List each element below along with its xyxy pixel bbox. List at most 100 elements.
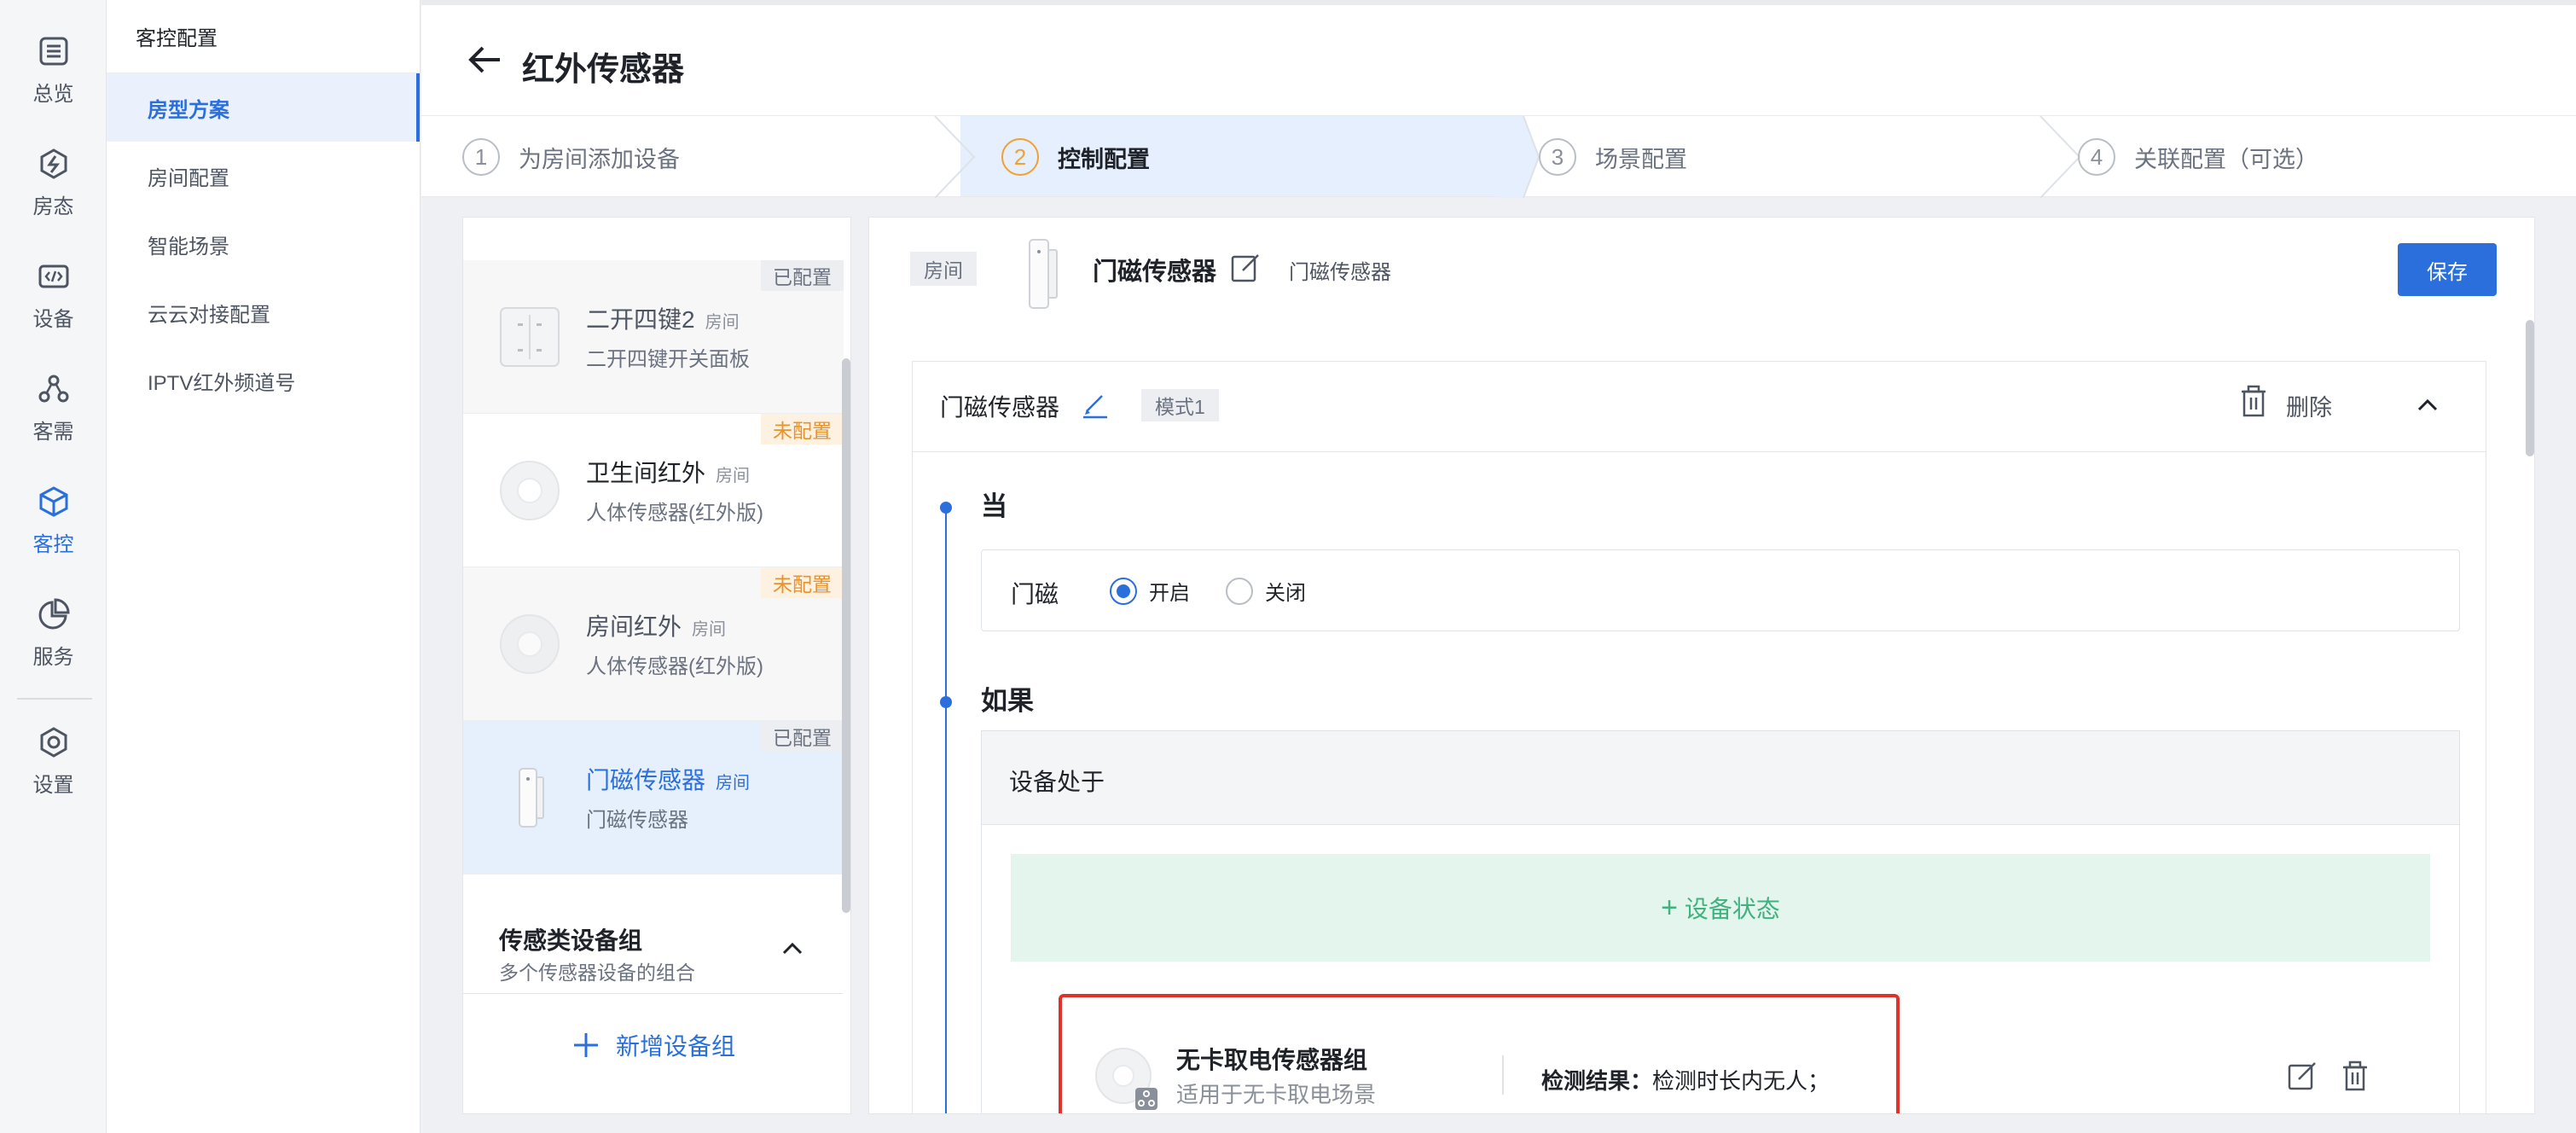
subnav-item-smart-scene[interactable]: 智能场景 [107, 210, 420, 278]
step-chevron-icon [2039, 116, 2081, 198]
bolt-icon [40, 148, 67, 179]
config-status-badge: 已配置 [761, 260, 844, 291]
step-link-config[interactable]: 4 关联配置（可选） [2078, 116, 2318, 198]
rail-item-guest-requests[interactable]: 客需 [0, 372, 107, 466]
rail-label: 设备 [32, 308, 74, 331]
if-section-title: 如果 [981, 686, 1034, 716]
secondary-nav: 客控配置 房型方案 房间配置 智能场景 云云对接配置 IPTV红外频道号 [107, 0, 421, 1133]
step-control-config[interactable]: 2 控制配置 [1001, 116, 1150, 198]
if-condition-header: 设备处于 [982, 731, 2459, 825]
plus-icon: + [1661, 891, 1678, 924]
radio-label: 关闭 [1265, 582, 1306, 605]
radio-open[interactable]: 开启 [1110, 576, 1190, 606]
rule-card: 门磁传感器 模式1 删除 当 门磁 开启 关闭 如果 设备处于 + 设备状态 无… [912, 361, 2486, 1113]
infrared-sensor-icon [500, 614, 560, 674]
rail-item-room-status[interactable]: 房态 [0, 147, 107, 241]
step-label: 场景配置 [1595, 146, 1687, 172]
device-name-text: 房间红外 [586, 613, 682, 640]
step-chevron-icon [934, 116, 976, 198]
device-list-scrollbar[interactable] [842, 358, 850, 913]
rail-item-devices[interactable]: 设备 [0, 259, 107, 353]
step-number: 2 [1001, 138, 1039, 176]
step-label: 为房间添加设备 [519, 146, 680, 172]
edit-icon[interactable] [1229, 252, 1262, 284]
rail-label: 客控 [32, 533, 74, 556]
icon-rail: 总览 房态 设备 客需 客控 服务 设置 [0, 0, 107, 1133]
chevron-up-icon[interactable] [2412, 389, 2443, 420]
edit-icon[interactable] [2287, 1060, 2318, 1091]
rail-item-settings[interactable]: 设置 [0, 725, 107, 819]
timeline-dot [940, 502, 952, 514]
room-tag: 房间 [910, 252, 977, 286]
radio-label: 开启 [1149, 582, 1190, 605]
device-card[interactable]: 已配置 二开四键2 房间 二开四键开关面板 [463, 260, 844, 414]
if-condition-box: 设备处于 + 设备状态 无卡取电传感器组 适用于无卡取电场景 检测结果：检测时长… [981, 730, 2460, 1113]
radio-close[interactable]: 关闭 [1226, 576, 1306, 606]
device-name: 房间红外 房间 [586, 608, 726, 642]
switch-panel-icon [500, 307, 560, 367]
trash-icon[interactable] [2237, 384, 2271, 418]
step-add-devices[interactable]: 1 为房间添加设备 [462, 116, 680, 198]
step-number: 1 [462, 138, 500, 176]
control-config-panel: 房间 门磁传感器 门磁传感器 保存 门磁传感器 模式1 删除 当 门磁 开启 关… [868, 217, 2535, 1114]
rail-item-overview[interactable]: 总览 [0, 34, 107, 128]
subnav-item-cloud-integration[interactable]: 云云对接配置 [107, 278, 420, 346]
device-card-selected[interactable]: 已配置 门磁传感器 房间 门磁传感器 [463, 721, 844, 874]
save-button[interactable]: 保存 [2398, 243, 2497, 296]
delete-rule-button[interactable]: 删除 [2286, 389, 2332, 422]
rail-item-services[interactable]: 服务 [0, 597, 107, 691]
vertical-divider [1502, 1055, 1504, 1095]
device-name-text: 卫生间红外 [586, 460, 706, 486]
rail-label: 服务 [32, 646, 74, 669]
device-name: 门磁传感器 房间 [586, 762, 750, 796]
rail-item-guest-control[interactable]: 客控 [0, 485, 107, 578]
cube-icon [39, 486, 67, 517]
add-device-state-button[interactable]: + 设备状态 [1011, 854, 2430, 962]
add-state-label: 设备状态 [1684, 896, 1780, 922]
radio-unchecked-icon [1226, 577, 1253, 605]
chevron-up-icon[interactable] [775, 931, 809, 965]
sensor-group-name: 无卡取电传感器组 [1176, 1047, 1368, 1073]
network-icon [38, 375, 68, 403]
device-room: 房间 [705, 313, 740, 332]
sensor-group-row: 无卡取电传感器组 适用于无卡取电场景 检测结果：检测时长内无人； [1059, 994, 2423, 1113]
add-device-group-button[interactable]: 新增设备组 [463, 1020, 844, 1071]
main-scrollbar[interactable] [2526, 320, 2534, 456]
subnav-item-room-type-plan[interactable]: 房型方案 [107, 73, 420, 142]
page-header: 红外传感器 [421, 0, 2576, 115]
step-scene-config[interactable]: 3 场景配置 [1539, 116, 1687, 198]
trash-icon[interactable] [2340, 1060, 2370, 1091]
detection-result: 检测结果：检测时长内无人； [1541, 1064, 1830, 1095]
subnav-item-room-config[interactable]: 房间配置 [107, 142, 420, 210]
device-name-text: 二开四键2 [586, 306, 695, 333]
sensor-group-header[interactable]: 传感类设备组 多个传感器设备的组合 [463, 905, 844, 994]
page-title: 红外传感器 [522, 52, 685, 88]
pencil-icon[interactable] [1080, 389, 1111, 420]
rail-label: 总览 [32, 83, 74, 106]
step-number: 4 [2078, 138, 2115, 176]
rule-header: 门磁传感器 模式1 删除 [913, 362, 2486, 452]
add-group-label: 新增设备组 [615, 1033, 735, 1060]
stepper: 1 为房间添加设备 2 控制配置 3 场景配置 4 关联配置（可选） [421, 115, 2576, 198]
step-chevron-icon [1498, 116, 1540, 198]
device-type-label: 门磁传感器 [1289, 261, 1391, 284]
when-section-title: 当 [981, 491, 1007, 521]
when-condition-box: 门磁 开启 关闭 [981, 549, 2460, 631]
config-status-badge: 未配置 [761, 414, 844, 444]
radio-checked-icon [1110, 577, 1137, 605]
rule-name: 门磁传感器 [940, 394, 1060, 421]
plus-icon [573, 1033, 598, 1057]
gear-icon [40, 727, 67, 758]
device-name-text: 门磁传感器 [586, 767, 706, 793]
device-card[interactable]: 未配置 房间红外 房间 人体传感器(红外版) [463, 567, 844, 721]
device-name: 二开四键2 房间 [586, 301, 740, 335]
device-card[interactable]: 未配置 卫生间红外 房间 人体传感器(红外版) [463, 414, 844, 567]
subnav-item-iptv-channel[interactable]: IPTV红外频道号 [107, 346, 420, 415]
pie-chart-icon [38, 598, 70, 630]
step-number: 3 [1539, 138, 1576, 176]
door-sensor-icon [519, 768, 544, 828]
group-title: 传感类设备组 [499, 927, 643, 954]
back-arrow-icon[interactable] [464, 39, 505, 80]
group-subtitle: 多个传感器设备的组合 [499, 962, 695, 984]
door-sensor-icon [1029, 239, 1058, 309]
